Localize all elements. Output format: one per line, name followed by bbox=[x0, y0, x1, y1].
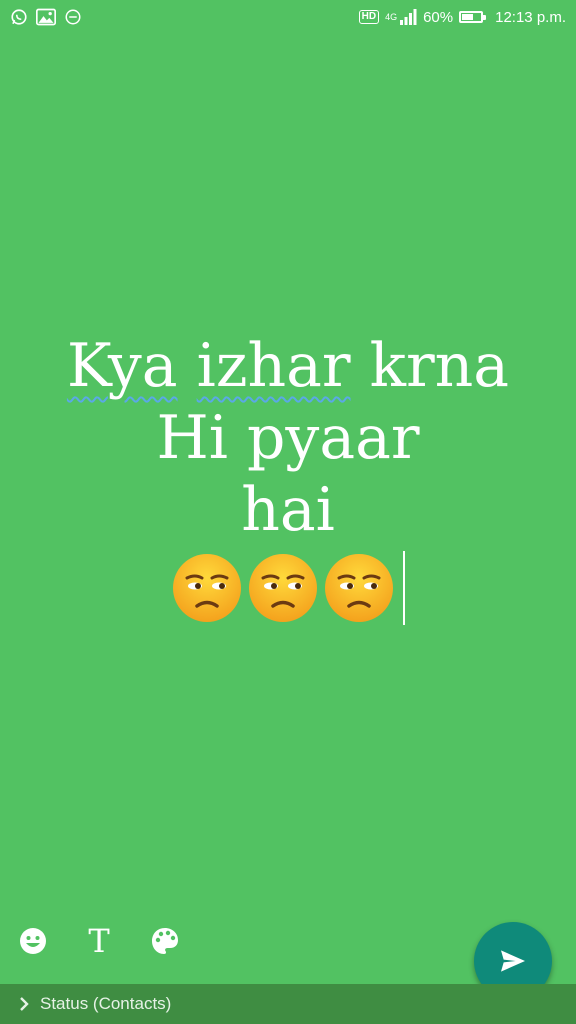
palette-icon bbox=[152, 928, 178, 954]
chevron-right-icon bbox=[20, 997, 29, 1011]
gallery-icon bbox=[36, 8, 56, 26]
emoji-icon bbox=[20, 928, 46, 954]
unamused-face-emoji bbox=[249, 554, 317, 622]
minus-circle-icon bbox=[64, 8, 82, 26]
clock: 12:13 p.m. bbox=[495, 8, 566, 26]
status-audience-bar[interactable]: Status (Contacts) bbox=[0, 984, 576, 1024]
status-bar: HD 4G 60% 12:13 p.m. bbox=[0, 0, 576, 34]
battery-percent: 60% bbox=[423, 8, 454, 26]
status-text-line-2: Hi pyaar bbox=[156, 403, 420, 473]
battery-level bbox=[462, 14, 474, 20]
status-audience-label: Status (Contacts) bbox=[40, 994, 172, 1013]
emoji-row bbox=[0, 550, 576, 626]
unamused-face-emoji bbox=[173, 554, 241, 622]
status-bar-notifications bbox=[10, 8, 82, 26]
misspelled-word: izhar bbox=[196, 331, 351, 401]
status-text-line-1: Kya izhar krna bbox=[0, 330, 576, 402]
network-type: 4G bbox=[385, 12, 398, 22]
whatsapp-icon bbox=[10, 8, 28, 26]
text-cursor bbox=[403, 551, 405, 625]
send-icon bbox=[501, 950, 525, 972]
unamused-face-emoji bbox=[325, 554, 393, 622]
background-color-button[interactable] bbox=[148, 924, 182, 958]
status-bar-system: HD 4G 60% 12:13 p.m. bbox=[358, 8, 566, 26]
editor-toolbar: T bbox=[16, 924, 182, 958]
signal-icon bbox=[399, 9, 417, 25]
misspelled-word: Kya bbox=[66, 331, 178, 401]
battery-icon bbox=[459, 11, 487, 23]
hd-badge: HD bbox=[358, 10, 380, 24]
status-text-line-3: hai bbox=[241, 475, 335, 545]
emoji-button[interactable] bbox=[16, 924, 50, 958]
text-font-icon: T bbox=[88, 922, 110, 960]
status-text-editor[interactable]: Kya izhar krna Hi pyaar hai bbox=[0, 330, 576, 626]
text-font-button[interactable]: T bbox=[82, 924, 116, 958]
status-text-word: krna bbox=[369, 331, 510, 401]
